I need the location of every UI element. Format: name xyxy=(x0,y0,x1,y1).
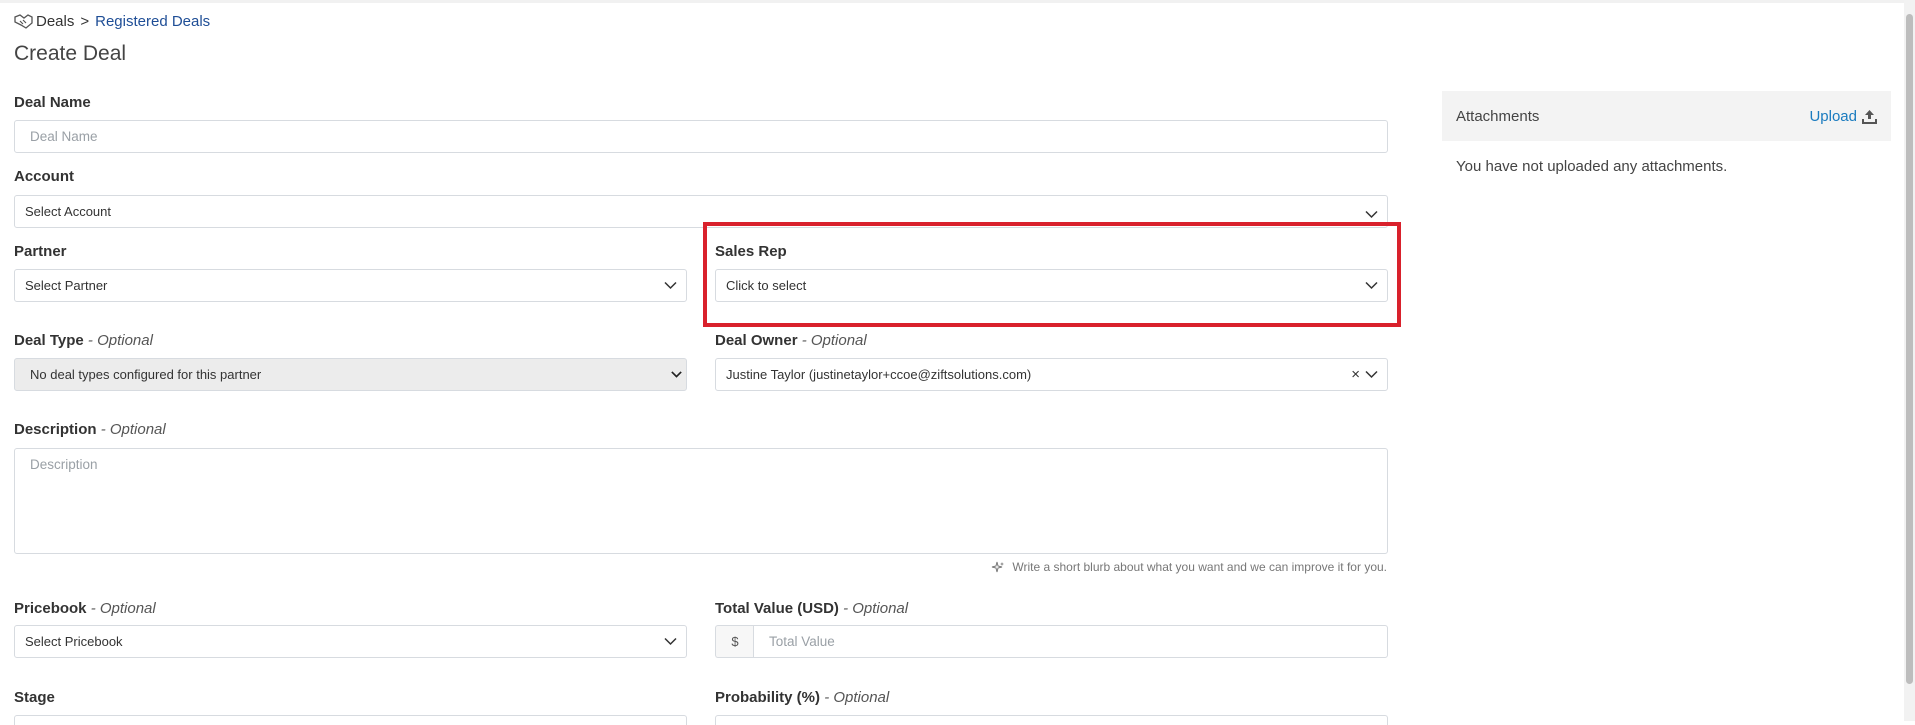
deal-type-select-value: No deal types configured for this partne… xyxy=(30,367,262,382)
scrollbar-thumb[interactable] xyxy=(1906,14,1913,684)
clear-icon[interactable]: × xyxy=(1351,366,1360,383)
partner-select-value: Select Partner xyxy=(25,278,108,293)
optional-suffix: - Optional xyxy=(824,689,890,706)
page-scrollbar[interactable] xyxy=(1904,0,1915,721)
account-label: Account xyxy=(14,168,74,185)
handshake-icon xyxy=(14,14,33,29)
description-label-text: Description xyxy=(14,421,97,438)
stage-label: Stage xyxy=(14,689,55,706)
breadcrumb-root[interactable]: Deals xyxy=(36,13,74,30)
optional-suffix: - Optional xyxy=(843,600,909,617)
probability-input[interactable] xyxy=(715,715,1388,725)
upload-button[interactable]: Upload xyxy=(1809,108,1877,125)
deal-owner-select-value: Justine Taylor (justinetaylor+ccoe@zifts… xyxy=(726,367,1032,382)
description-hint-text: Write a short blurb about what you want … xyxy=(1012,560,1387,574)
total-value-placeholder: Total Value xyxy=(769,634,835,649)
account-select-value: Select Account xyxy=(25,204,111,219)
total-value-label-text: Total Value (USD) xyxy=(715,600,839,617)
breadcrumb-separator: > xyxy=(80,13,90,30)
sales-rep-highlight-box xyxy=(703,222,1401,327)
optional-suffix: - Optional xyxy=(87,332,153,349)
upload-icon xyxy=(1862,109,1877,124)
description-textarea[interactable]: Description xyxy=(14,448,1388,554)
description-hint: Write a short blurb about what you want … xyxy=(991,560,1387,574)
page-title: Create Deal xyxy=(14,42,127,65)
pricebook-select[interactable]: Select Pricebook xyxy=(14,625,687,658)
attachments-title: Attachments xyxy=(1456,107,1540,125)
upload-label: Upload xyxy=(1809,107,1857,125)
attachments-empty-text: You have not uploaded any attachments. xyxy=(1456,158,1728,175)
deal-name-placeholder: Deal Name xyxy=(30,129,98,144)
pricebook-label: Pricebook - Optional xyxy=(14,600,156,617)
optional-suffix: - Optional xyxy=(90,600,156,617)
stage-select[interactable] xyxy=(14,715,687,725)
breadcrumb-registered-deals[interactable]: Registered Deals xyxy=(95,13,210,30)
pricebook-label-text: Pricebook xyxy=(14,600,87,617)
probability-label: Probability (%) - Optional xyxy=(715,689,889,706)
deal-type-label: Deal Type - Optional xyxy=(14,332,153,349)
sparkle-icon xyxy=(992,561,1005,572)
currency-prefix: $ xyxy=(715,625,754,658)
chevron-down-icon xyxy=(664,281,677,290)
attachments-header: Attachments Upload xyxy=(1442,91,1891,141)
deal-name-label: Deal Name xyxy=(14,94,91,111)
chevron-down-icon xyxy=(664,637,677,646)
deal-owner-label-text: Deal Owner xyxy=(715,332,798,349)
deal-owner-label: Deal Owner - Optional xyxy=(715,332,867,349)
partner-label: Partner xyxy=(14,243,67,260)
total-value-label: Total Value (USD) - Optional xyxy=(715,600,908,617)
chevron-down-icon xyxy=(1365,370,1378,379)
partner-select[interactable]: Select Partner xyxy=(14,269,687,302)
deal-owner-select[interactable]: Justine Taylor (justinetaylor+ccoe@zifts… xyxy=(715,358,1388,391)
chevron-down-icon xyxy=(1365,210,1378,219)
optional-suffix: - Optional xyxy=(801,332,867,349)
deal-type-label-text: Deal Type xyxy=(14,332,84,349)
deal-name-input[interactable]: Deal Name xyxy=(14,120,1388,153)
chevron-down-icon xyxy=(671,371,682,378)
pricebook-select-value: Select Pricebook xyxy=(25,634,123,649)
breadcrumb: Deals > Registered Deals xyxy=(14,13,210,30)
deal-type-select[interactable]: No deal types configured for this partne… xyxy=(14,358,687,391)
description-label: Description - Optional xyxy=(14,421,166,438)
top-border xyxy=(0,0,1915,3)
description-placeholder: Description xyxy=(30,457,98,472)
probability-label-text: Probability (%) xyxy=(715,689,821,706)
total-value-input[interactable]: Total Value xyxy=(753,625,1388,658)
optional-suffix: - Optional xyxy=(100,421,166,438)
